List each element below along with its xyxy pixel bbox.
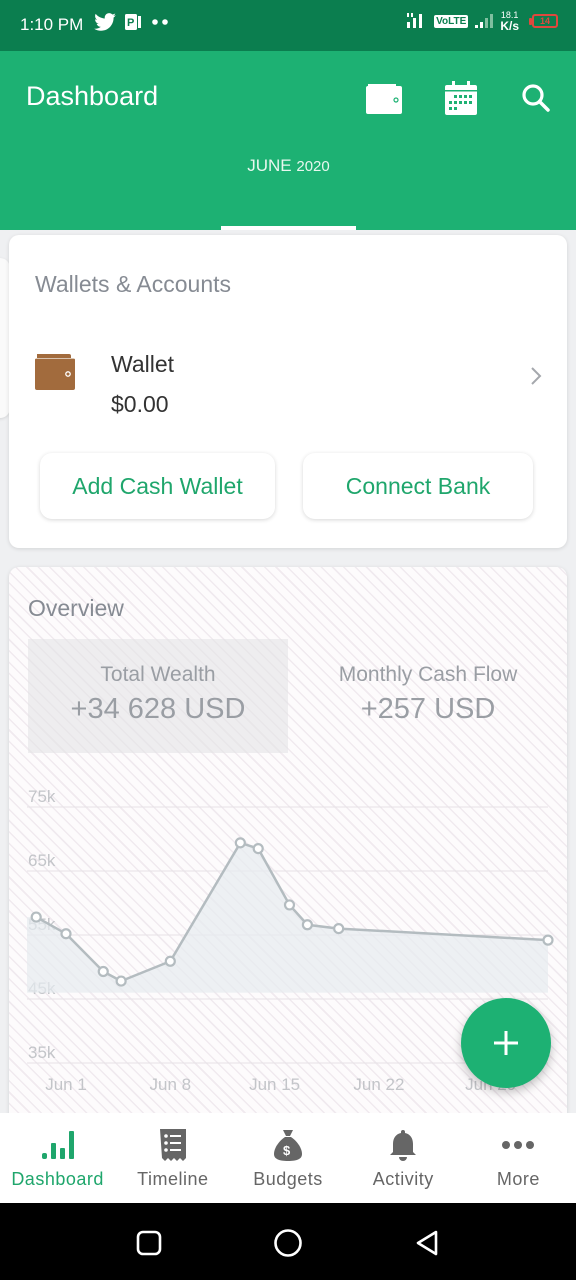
app-bar: Dashboard JUNE 2020 <box>0 51 576 230</box>
status-time: 1:10 PM <box>20 15 84 34</box>
tab-month-name: JUNE <box>247 156 292 175</box>
nav-item-more[interactable]: More <box>461 1113 576 1203</box>
recents-icon <box>136 1230 162 1256</box>
search-button[interactable] <box>516 78 556 118</box>
page-title: Dashboard <box>26 81 159 111</box>
data-point <box>301 919 313 931</box>
dots-icon <box>152 19 168 25</box>
x-tick-label: Jun 22 <box>353 1075 404 1094</box>
back-icon <box>416 1230 438 1256</box>
pinterest-icon: P <box>125 14 141 30</box>
wallet-icon <box>366 84 402 114</box>
bottom-navigation: Dashboard Timeline $ Budgets Activity Mo… <box>0 1113 576 1203</box>
bell-icon <box>390 1130 417 1161</box>
plus-icon <box>494 1031 518 1055</box>
connect-bank-button[interactable]: Connect Bank <box>303 453 533 519</box>
status-bar: 1:10 PM P VoLTE 18.1 K/s 14 <box>0 0 576 51</box>
wallets-section-title: Wallets & Accounts <box>35 271 232 297</box>
nav-item-activity[interactable]: Activity <box>346 1113 461 1203</box>
wallet-list-item[interactable]: Wallet $0.00 <box>9 335 567 435</box>
tab-indicator <box>221 226 356 230</box>
data-point <box>542 934 554 946</box>
battery-level: 14 <box>539 16 550 26</box>
cell-signal-icon <box>475 14 494 28</box>
calendar-icon <box>445 81 477 115</box>
data-point <box>97 965 109 978</box>
chevron-right-icon <box>531 367 542 385</box>
home-button[interactable] <box>270 1225 306 1261</box>
tab-month[interactable]: JUNE 2020 <box>221 156 356 176</box>
data-point <box>234 837 246 849</box>
receipt-icon <box>159 1129 186 1161</box>
home-icon <box>274 1229 302 1257</box>
money-bag-icon: $ <box>274 1130 302 1161</box>
wallet-name: Wallet <box>111 351 175 377</box>
data-point <box>283 899 296 911</box>
nav-item-budgets[interactable]: $ Budgets <box>230 1113 345 1203</box>
data-point <box>164 955 176 967</box>
wallets-button[interactable] <box>364 78 404 118</box>
battery-icon: 14 <box>529 14 558 28</box>
data-point <box>252 843 264 855</box>
y-tick-label: 35k <box>28 1043 56 1062</box>
nav-label: Timeline <box>137 1169 209 1189</box>
svg-text:$: $ <box>283 1143 291 1158</box>
network-speed: 18.1 K/s <box>500 10 519 33</box>
data-point <box>60 928 72 940</box>
y-tick-label: 65k <box>28 851 56 870</box>
nav-label: Dashboard <box>11 1169 104 1189</box>
wallets-accounts-card: Wallets & Accounts Wallet $0.00 Add Cash… <box>9 235 567 548</box>
x-tick-label: Jun 1 <box>45 1075 87 1094</box>
x-tick-label: Jun 8 <box>150 1075 192 1094</box>
calendar-button[interactable] <box>441 78 481 118</box>
tab-month-year: 2020 <box>296 158 330 175</box>
more-dots-icon <box>502 1141 535 1149</box>
wallet-balance: $0.00 <box>111 391 169 417</box>
add-cash-wallet-button[interactable]: Add Cash Wallet <box>40 453 275 519</box>
data-point <box>30 911 42 923</box>
system-navigation-bar <box>0 1203 576 1280</box>
back-button[interactable] <box>409 1225 445 1261</box>
svg-text:P: P <box>127 17 134 29</box>
x-tick-label: Jun 15 <box>249 1075 300 1094</box>
recents-button[interactable] <box>131 1225 167 1261</box>
search-icon <box>522 84 550 112</box>
twitter-icon <box>94 13 116 31</box>
data-point <box>115 975 127 987</box>
wallet-icon <box>35 354 75 390</box>
nav-label: Budgets <box>253 1169 323 1189</box>
data-point <box>333 923 345 935</box>
wifi-signal-icon <box>407 13 423 28</box>
bar-chart-icon <box>41 1131 74 1159</box>
volte-badge: VoLTE <box>434 14 469 28</box>
nav-item-dashboard[interactable]: Dashboard <box>0 1113 115 1203</box>
nav-label: More <box>496 1169 540 1189</box>
add-transaction-fab[interactable] <box>461 998 551 1088</box>
nav-label: Activity <box>372 1169 434 1189</box>
nav-item-timeline[interactable]: Timeline <box>115 1113 230 1203</box>
y-tick-label: 75k <box>28 787 56 806</box>
